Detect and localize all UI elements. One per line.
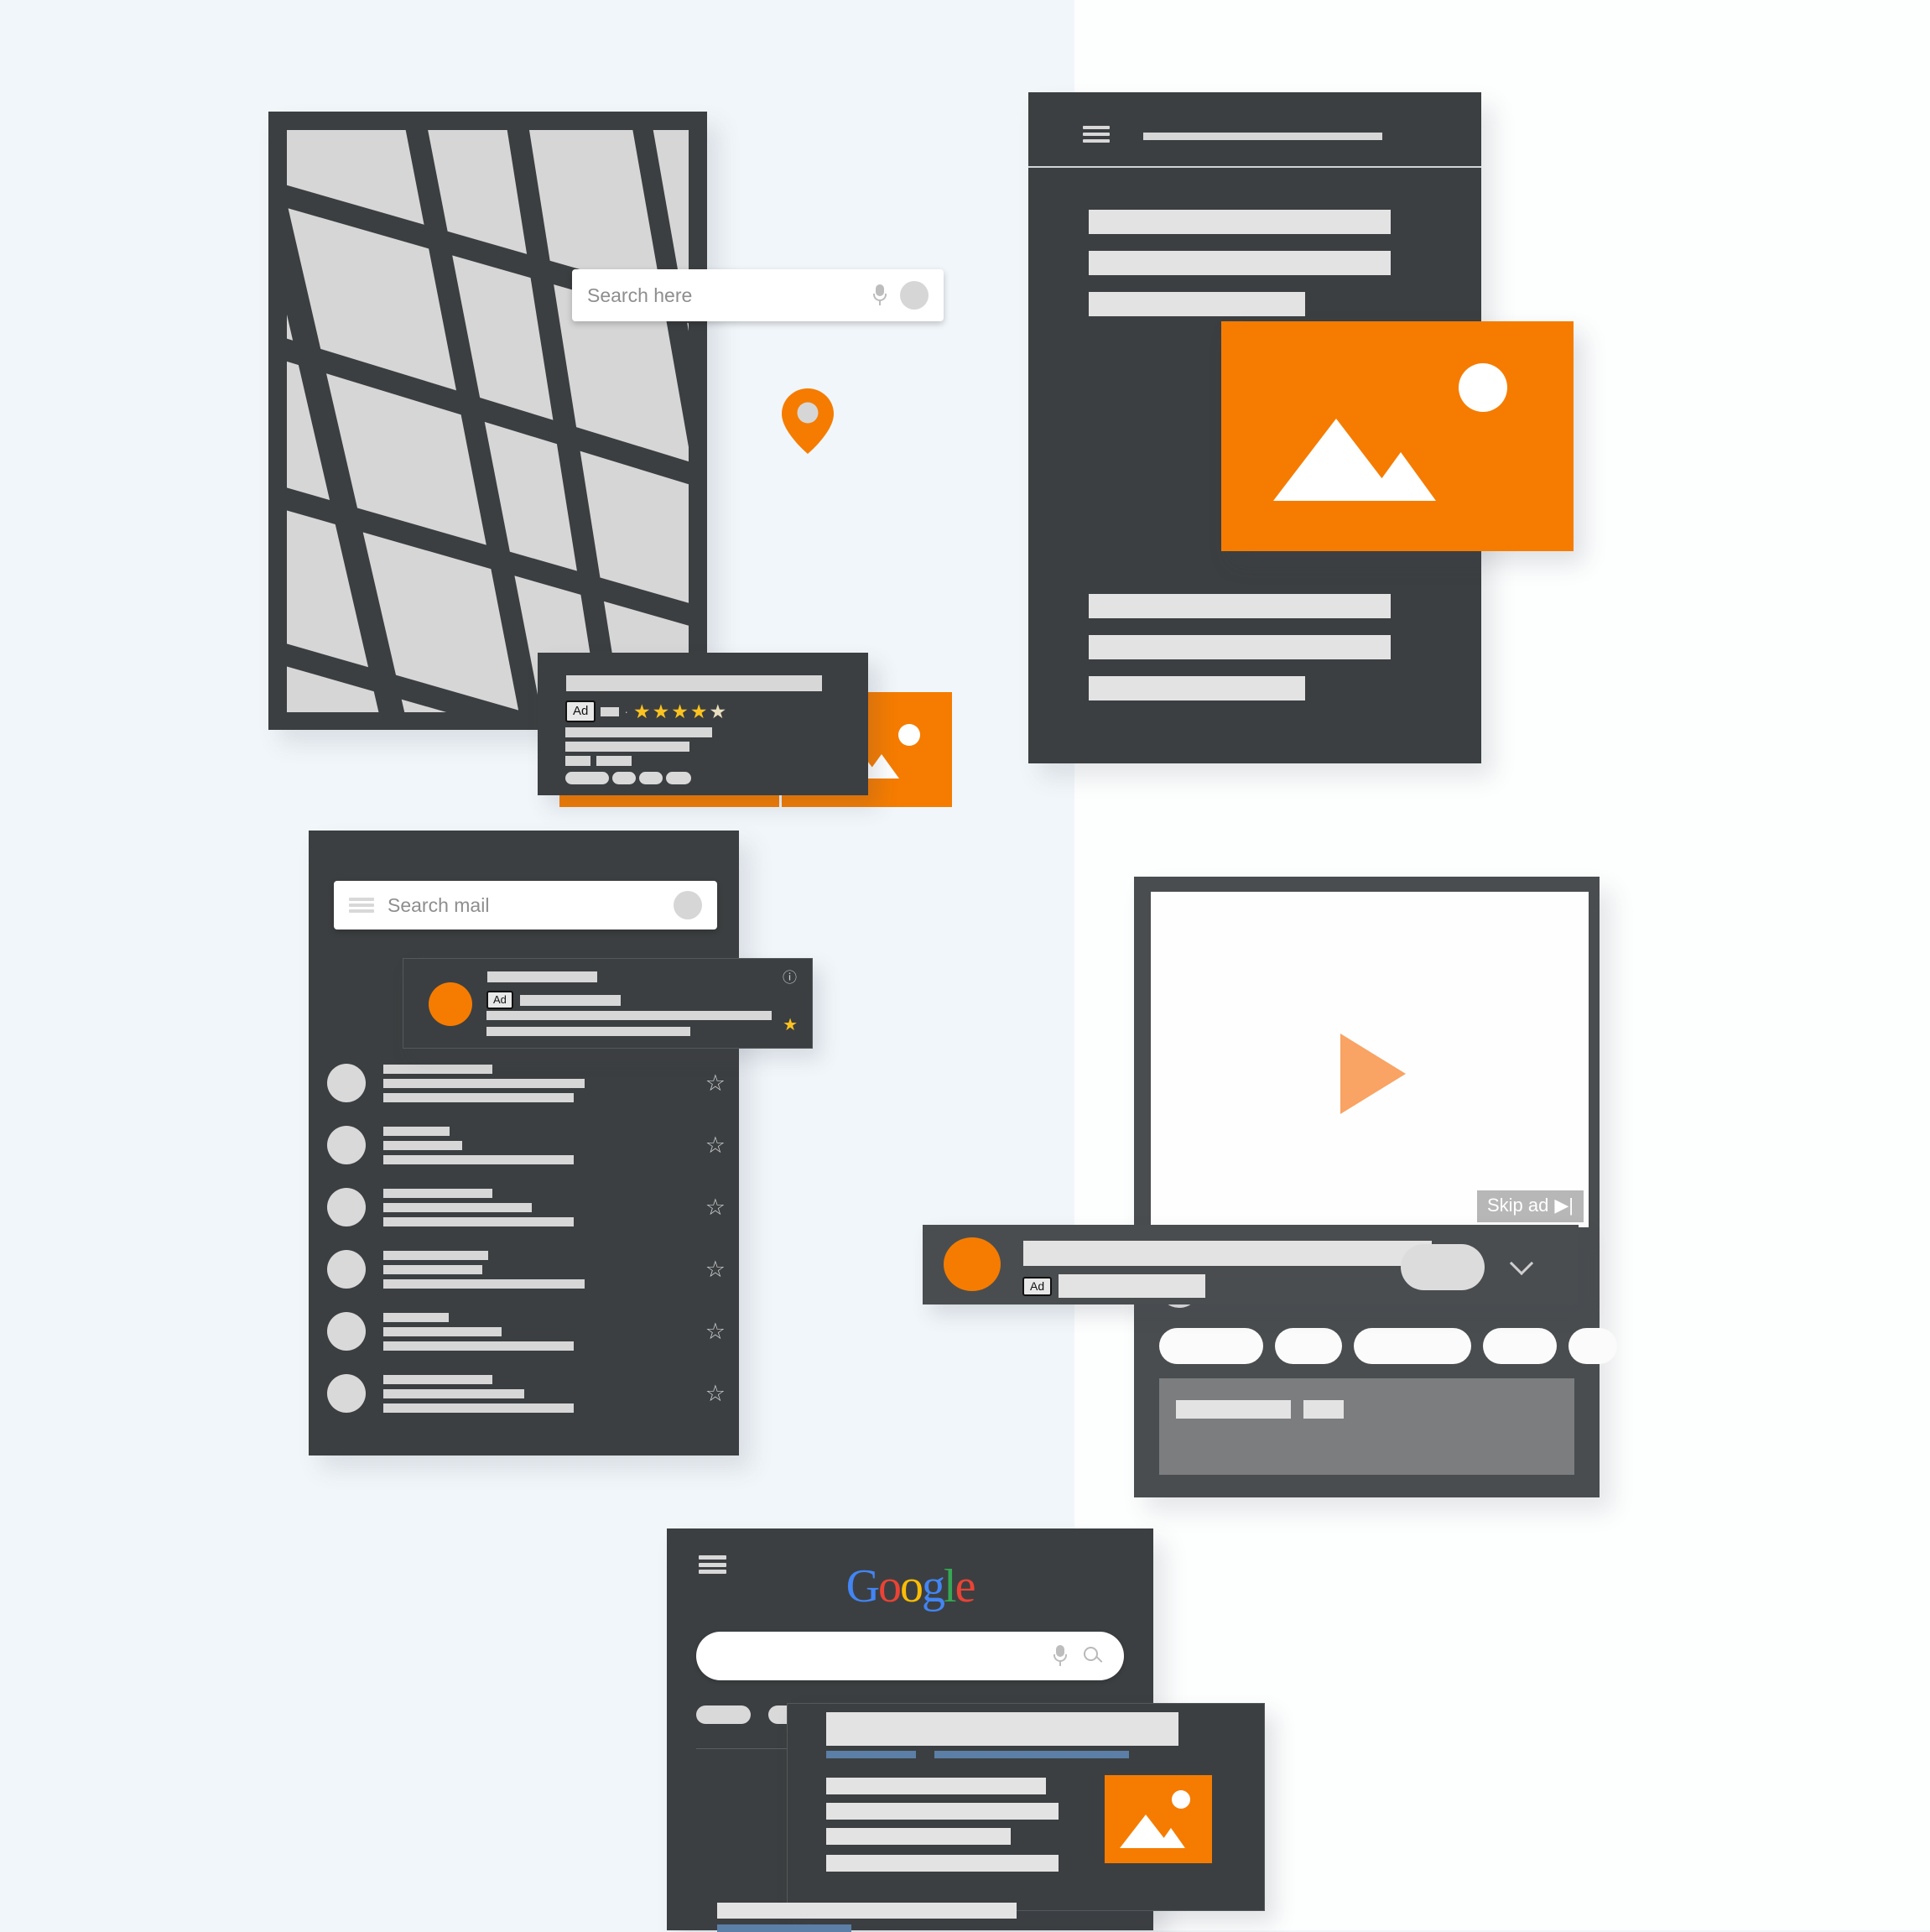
result-link-bar-1[interactable] [826, 1751, 916, 1758]
logo-letter-o1: o [878, 1560, 902, 1612]
youtube-ad-overlay[interactable]: Ad [923, 1225, 1579, 1304]
search-result-card-2[interactable] [717, 1903, 1132, 1932]
result-link-bar-2[interactable] [934, 1751, 1129, 1758]
google-search-box[interactable] [696, 1632, 1124, 1680]
skip-ad-button[interactable]: Skip ad ▶| [1476, 1190, 1584, 1222]
map-search-placeholder: Search here [587, 284, 693, 306]
ad-badge: Ad [1022, 1276, 1053, 1296]
chevron-down-icon[interactable] [1509, 1251, 1534, 1276]
logo-letter-g2: g [922, 1560, 945, 1612]
result-title-bar [826, 1712, 1178, 1746]
contact-avatar [327, 1064, 366, 1102]
gmail-ad-card[interactable]: Ad ⓘ ★ [403, 958, 813, 1049]
mail-list-item[interactable]: ☆ [327, 1183, 726, 1232]
suggestion-block[interactable] [1159, 1378, 1574, 1475]
star-outline-icon[interactable]: ☆ [705, 1320, 726, 1343]
contact-avatar [327, 1250, 366, 1289]
play-triangle-icon[interactable] [1340, 1034, 1406, 1114]
info-icon[interactable]: ⓘ [783, 966, 797, 987]
contact-avatar [327, 1312, 366, 1351]
star-outline-icon[interactable]: ☆ [705, 1258, 726, 1281]
gmail-ad-line-2 [519, 994, 621, 1006]
search-result-card[interactable] [787, 1703, 1265, 1911]
advertiser-chip [601, 706, 620, 716]
hamburger-menu-icon[interactable] [349, 898, 374, 913]
mail-list-item[interactable]: ☆ [327, 1121, 726, 1169]
gmail-ad-line-3 [486, 1011, 772, 1020]
advertiser-avatar [944, 1237, 1001, 1291]
ad-card-title-bar [566, 675, 822, 691]
map-ad-detail-card[interactable]: Ad · ★ ★ ★ ★ ★ [538, 653, 868, 795]
yt-ad-subline-bar [1059, 1274, 1206, 1298]
result-snippet-3 [826, 1828, 1011, 1845]
hamburger-menu-icon[interactable] [1083, 126, 1110, 143]
ad-card-line-1 [565, 727, 712, 737]
mail-list-item[interactable]: ☆ [327, 1059, 726, 1107]
logo-letter-g1: G [845, 1560, 880, 1612]
map-surface[interactable] [287, 130, 689, 712]
contact-avatar [327, 1374, 366, 1413]
microphone-icon[interactable] [873, 284, 887, 306]
article-line-3 [1089, 292, 1305, 316]
ad-card-meta-2 [596, 756, 632, 766]
microphone-icon[interactable] [1053, 1645, 1067, 1667]
article-line-6 [1089, 676, 1305, 700]
result-snippet-2 [826, 1803, 1059, 1820]
map-search-bar[interactable]: Search here [572, 269, 944, 321]
article-line-2 [1089, 251, 1391, 275]
logo-letter-o2: o [900, 1560, 923, 1612]
map-pin-icon [782, 388, 834, 454]
mail-list-item[interactable]: ☆ [327, 1369, 726, 1418]
contact-avatar [327, 1126, 366, 1164]
article-line-5 [1089, 635, 1391, 659]
skip-ad-label: Skip ad [1486, 1195, 1549, 1216]
ad-badge: Ad [486, 991, 513, 1009]
search-magnifier-icon[interactable] [1084, 1647, 1103, 1665]
star-filled-icon[interactable]: ★ [783, 1014, 798, 1035]
maps-panel: Search here [268, 112, 952, 807]
article-title-bar [1143, 133, 1382, 140]
account-avatar[interactable] [900, 281, 929, 310]
article-line-4 [1089, 594, 1391, 618]
ad-badge: Ad [565, 700, 596, 722]
action-chip-row[interactable] [1159, 1328, 1617, 1364]
separator-dot: · [624, 705, 629, 718]
star-outline-icon[interactable]: ☆ [705, 1195, 726, 1219]
google-logo: Google [667, 1558, 1153, 1613]
result2-title-bar [717, 1903, 1017, 1919]
star-outline-icon[interactable]: ☆ [705, 1382, 726, 1405]
account-avatar[interactable] [674, 891, 702, 919]
article-line-1 [1089, 210, 1391, 234]
star-outline-icon[interactable]: ☆ [705, 1071, 726, 1095]
yt-ad-headline-bar [1023, 1241, 1432, 1266]
yt-ad-cta-button[interactable] [1401, 1244, 1485, 1290]
display-ad-creative[interactable] [1221, 321, 1574, 551]
mail-list-item[interactable]: ☆ [327, 1307, 726, 1356]
mail-search-placeholder: Search mail [388, 893, 490, 916]
skip-next-icon: ▶| [1554, 1195, 1574, 1216]
logo-letter-l: l [944, 1560, 957, 1612]
star-outline-icon[interactable]: ☆ [705, 1133, 726, 1157]
gmail-ad-line-1 [487, 971, 597, 982]
result-snippet-4 [826, 1855, 1059, 1872]
ad-card-meta-1 [565, 756, 590, 766]
advertiser-avatar [429, 982, 472, 1026]
result2-link-bar[interactable] [717, 1924, 851, 1932]
mockup-stage: Search here Ad · ★ ★ ★ ★ ★ Search mail ☆… [0, 0, 1930, 1932]
ad-card-action-chips[interactable] [565, 772, 691, 784]
mail-list-item[interactable]: ☆ [327, 1245, 726, 1294]
contact-avatar [327, 1188, 366, 1226]
ad-card-line-2 [565, 742, 689, 752]
result-snippet-1 [826, 1778, 1046, 1794]
logo-letter-e: e [955, 1560, 976, 1612]
result-thumbnail[interactable] [1105, 1775, 1212, 1863]
gmail-panel: Search mail ☆ ☆ ☆ ☆ ☆ ☆ [309, 831, 739, 1456]
mail-search-bar[interactable]: Search mail [334, 881, 717, 930]
rating-stars: ★ ★ ★ ★ ★ [633, 700, 727, 722]
article-topbar [1028, 92, 1481, 168]
gmail-ad-line-4 [486, 1027, 690, 1036]
